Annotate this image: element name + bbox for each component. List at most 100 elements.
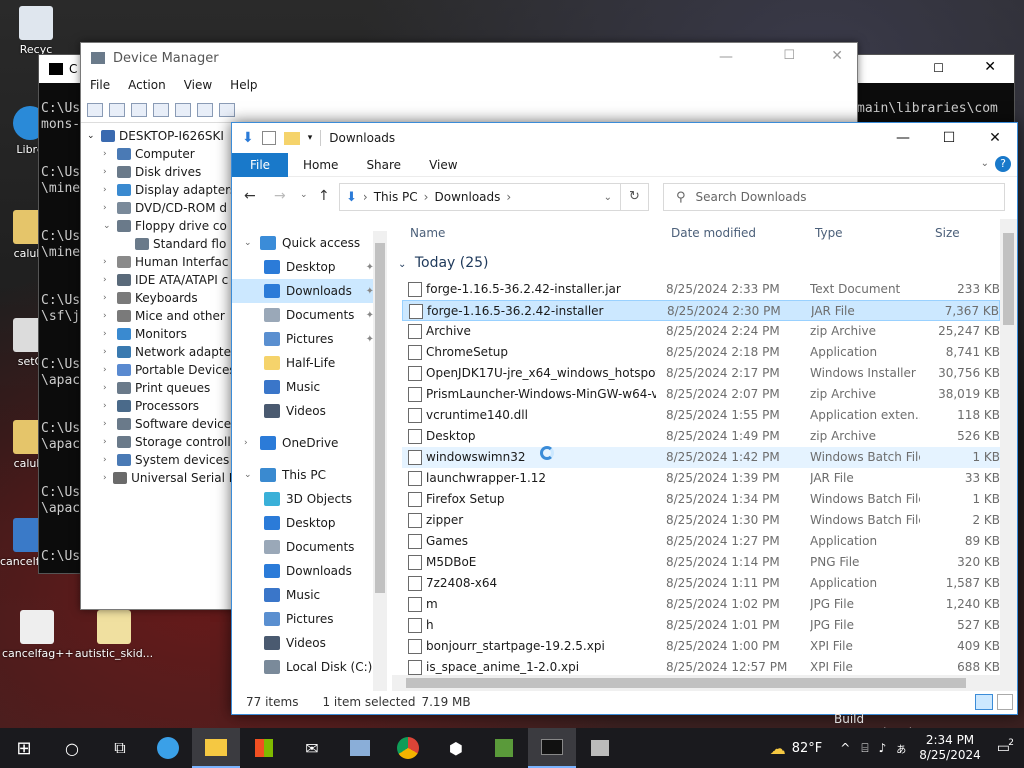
address-bar[interactable]: ⬇ › This PC › Downloads › ⌄ ↻ <box>339 183 649 211</box>
chevron-right-icon[interactable]: › <box>103 437 113 447</box>
breadcrumb-downloads[interactable]: Downloads <box>434 190 500 204</box>
nav-item[interactable]: Music <box>232 583 382 607</box>
tree-item[interactable]: › Software device <box>87 415 237 433</box>
file-row[interactable]: Firefox Setup 8/25/2024 1:34 PM Windows Ba… <box>402 489 1000 510</box>
tree-item[interactable]: › Processors <box>87 397 237 415</box>
tree-item[interactable]: › Portable Devices <box>87 361 237 379</box>
chevron-right-icon[interactable]: › <box>103 293 113 303</box>
forward-icon[interactable] <box>109 102 125 117</box>
tree-item[interactable]: › Human Interfac <box>87 253 237 271</box>
chevron-right-icon[interactable]: › <box>103 275 113 285</box>
file-row[interactable]: Desktop 8/25/2024 1:49 PM zip Archive 526 K… <box>402 426 1000 447</box>
file-row[interactable]: bonjourr_startpage-19.2.5.xpi 8/25/2024 1… <box>402 636 1000 657</box>
scroll-thumb[interactable] <box>406 678 966 688</box>
chevron-down-icon[interactable]: ⌄ <box>981 158 989 169</box>
large-icons-view-icon[interactable] <box>997 694 1013 710</box>
menu-view[interactable]: View <box>184 78 212 92</box>
tab-view[interactable]: View <box>415 158 471 172</box>
taskbar-photos[interactable] <box>336 728 384 768</box>
tree-item[interactable]: Standard flo <box>87 235 237 253</box>
tree-item[interactable]: › Storage controll <box>87 433 237 451</box>
taskbar-mail[interactable]: ✉ <box>288 728 336 768</box>
desktop-icon-recycle-bin[interactable]: Recyc <box>6 6 66 56</box>
file-row[interactable]: forge-1.16.5-36.2.42-installer 8/25/2024 … <box>402 300 1000 321</box>
taskbar-app[interactable] <box>576 728 624 768</box>
nav-item[interactable]: Videos <box>232 399 382 423</box>
chevron-right-icon[interactable]: › <box>103 311 113 321</box>
nav-item[interactable]: 3D Objects <box>232 487 382 511</box>
taskbar-chrome[interactable] <box>384 728 432 768</box>
chevron-right-icon[interactable]: › <box>103 401 113 411</box>
tree-item[interactable]: › Keyboards <box>87 289 237 307</box>
file-row[interactable]: Archive 8/25/2024 2:24 PM zip Archive 25,24… <box>402 321 1000 342</box>
chevron-right-icon[interactable]: › <box>103 149 113 159</box>
breadcrumb-this-pc[interactable]: This PC <box>374 190 418 204</box>
nav-item[interactable]: Videos <box>232 631 382 655</box>
file-row[interactable]: OpenJDK17U-jre_x64_windows_hotspot_... 8/… <box>402 363 1000 384</box>
nav-item[interactable]: › OneDrive <box>232 431 382 455</box>
properties-icon[interactable] <box>131 102 147 117</box>
temperature[interactable]: 82°F <box>792 741 823 756</box>
tree-item[interactable]: › IDE ATA/ATAPI c <box>87 271 237 289</box>
device-manager-titlebar[interactable]: Device Manager — ☐ ✕ <box>81 43 857 73</box>
taskbar-browser[interactable] <box>144 728 192 768</box>
forward-icon[interactable]: → <box>274 188 286 204</box>
chevron-down-icon[interactable]: ⌄ <box>300 190 308 200</box>
network-icon[interactable]: ⌸ <box>861 741 868 756</box>
menu-file[interactable]: File <box>90 78 110 92</box>
tree-item[interactable]: › Computer <box>87 145 237 163</box>
close-icon[interactable]: ✕ <box>984 59 996 75</box>
chevron-down-icon[interactable]: ▾ <box>308 133 313 143</box>
tree-item[interactable]: › System devices <box>87 451 237 469</box>
chevron-down-icon[interactable]: ⌄ <box>244 470 254 480</box>
task-view-button[interactable]: ⧉ <box>96 728 144 768</box>
new-folder-icon[interactable] <box>283 131 300 145</box>
file-row[interactable]: PrismLauncher-Windows-MinGW-w64-v... 8/25… <box>402 384 1000 405</box>
chevron-down-icon[interactable]: ⌄ <box>604 192 612 203</box>
taskbar-unity[interactable]: ⬢ <box>432 728 480 768</box>
maximize-button[interactable]: ☐ <box>926 123 972 153</box>
download-arrow-icon[interactable]: ⬇ <box>242 130 254 146</box>
language-icon[interactable]: あ <box>896 741 906 756</box>
weather-icon[interactable]: ☁ <box>770 739 786 758</box>
details-view-icon[interactable] <box>975 694 993 710</box>
nav-item[interactable]: Half-Life <box>232 351 382 375</box>
chevron-down-icon[interactable]: ⌄ <box>244 238 254 248</box>
tab-share[interactable]: Share <box>352 158 415 172</box>
chevron-down-icon[interactable]: ⌄ <box>87 131 97 141</box>
view-icon[interactable] <box>197 102 213 117</box>
taskbar-terminal[interactable] <box>528 728 576 768</box>
tree-item[interactable]: › Monitors <box>87 325 237 343</box>
file-row[interactable]: ChromeSetup 8/25/2024 2:18 PM Application 8… <box>402 342 1000 363</box>
column-date[interactable]: Date modified <box>671 226 756 240</box>
chevron-right-icon[interactable]: › <box>103 347 113 357</box>
taskbar-minecraft[interactable] <box>480 728 528 768</box>
start-button[interactable]: ⊞ <box>0 728 48 768</box>
chevron-right-icon[interactable]: › <box>103 419 113 429</box>
search-button[interactable]: ○ <box>48 728 96 768</box>
close-button[interactable]: ✕ <box>972 123 1018 153</box>
notification-icon[interactable]: ▭ 2 <box>997 738 1014 756</box>
tree-item[interactable]: › Universal Serial B <box>87 469 237 487</box>
tree-item[interactable]: › Disk drives <box>87 163 237 181</box>
minimize-button[interactable]: — <box>880 123 926 153</box>
taskbar-store[interactable] <box>240 728 288 768</box>
column-type[interactable]: Type <box>815 226 843 240</box>
nav-item[interactable]: Downloads <box>232 559 382 583</box>
clock[interactable]: 2:34 PM 8/25/2024 <box>919 733 981 763</box>
vertical-scrollbar[interactable] <box>1000 219 1017 691</box>
maximize-icon[interactable]: ☐ <box>933 61 944 75</box>
back-icon[interactable]: ← <box>244 188 256 204</box>
tab-home[interactable]: Home <box>288 158 352 172</box>
file-row[interactable]: 7z2408-x64 8/25/2024 1:11 PM Application 1,… <box>402 573 1000 594</box>
scroll-thumb[interactable] <box>1003 233 1014 325</box>
chevron-right-icon[interactable]: › <box>103 203 113 213</box>
scan-icon[interactable] <box>153 102 169 117</box>
chevron-up-icon[interactable]: ^ <box>840 741 850 755</box>
maximize-icon[interactable]: ☐ <box>783 48 795 63</box>
chevron-right-icon[interactable]: › <box>244 438 254 448</box>
tree-item[interactable]: ⌄ Floppy drive co <box>87 217 237 235</box>
help-icon[interactable]: ? <box>995 156 1011 172</box>
menu-help[interactable]: Help <box>230 78 257 92</box>
nav-item[interactable]: Pictures <box>232 607 382 631</box>
